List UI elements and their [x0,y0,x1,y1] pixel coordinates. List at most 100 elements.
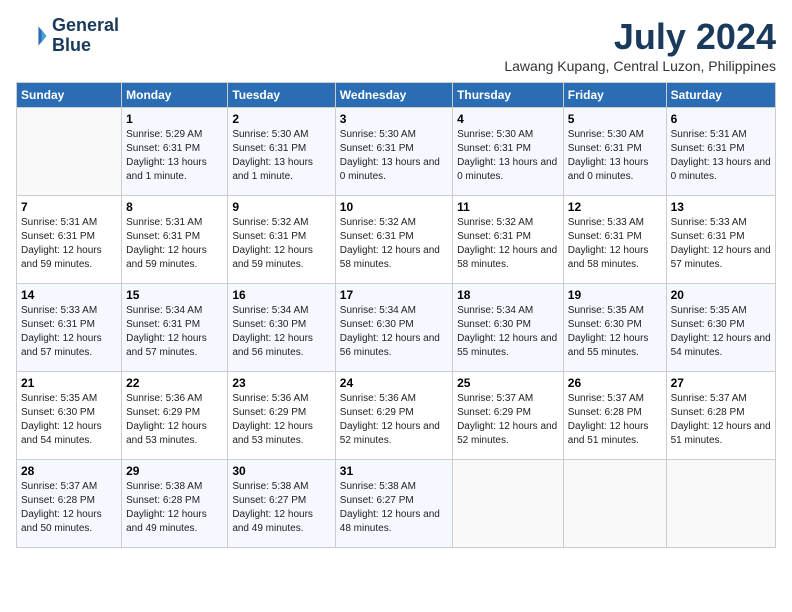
day-number: 5 [568,112,662,126]
day-info: Sunrise: 5:29 AMSunset: 6:31 PMDaylight:… [126,128,223,184]
day-info: Sunrise: 5:37 AMSunset: 6:28 PMDaylight:… [671,392,771,448]
day-number: 1 [126,112,223,126]
weekday-header-monday: Monday [122,83,228,108]
day-info: Sunrise: 5:35 AMSunset: 6:30 PMDaylight:… [568,304,662,360]
weekday-header-sunday: Sunday [17,83,122,108]
day-cell: 7 Sunrise: 5:31 AMSunset: 6:31 PMDaylight… [17,196,122,284]
day-info: Sunrise: 5:33 AMSunset: 6:31 PMDaylight:… [568,216,662,272]
day-cell: 24Sunrise: 5:36 AMSunset: 6:29 PMDayligh… [335,372,452,460]
page-header: General Blue July 2024 Lawang Kupang, Ce… [16,16,776,74]
day-cell: 10 Sunrise: 5:32 AMSunset: 6:31 PMDayligh… [335,196,452,284]
day-cell: 14 Sunrise: 5:33 AMSunset: 6:31 PMDayligh… [17,284,122,372]
day-number: 13 [671,200,771,214]
day-cell: 6Sunrise: 5:31 AMSunset: 6:31 PMDaylight… [666,108,775,196]
day-info: Sunrise: 5:38 AMSunset: 6:27 PMDaylight:… [232,480,330,536]
day-info: Sunrise: 5:32 AMSunset: 6:31 PMDaylight:… [457,216,559,272]
day-info: Sunrise: 5:33 AMSunset: 6:31 PMDaylight:… [671,216,771,272]
day-number: 7 [21,200,117,214]
day-info: Sunrise: 5:34 AMSunset: 6:31 PMDaylight:… [126,304,223,360]
day-cell: 27 Sunrise: 5:37 AMSunset: 6:28 PMDayligh… [666,372,775,460]
weekday-header-tuesday: Tuesday [228,83,335,108]
day-cell: 31 Sunrise: 5:38 AMSunset: 6:27 PMDayligh… [335,460,452,548]
day-cell: 29 Sunrise: 5:38 AMSunset: 6:28 PMDayligh… [122,460,228,548]
day-number: 30 [232,464,330,478]
day-info: Sunrise: 5:30 AMSunset: 6:31 PMDaylight:… [457,128,559,184]
day-number: 2 [232,112,330,126]
day-info: Sunrise: 5:31 AMSunset: 6:31 PMDaylight:… [21,216,117,272]
month-title: July 2024 [504,16,776,58]
day-cell: 3Sunrise: 5:30 AMSunset: 6:31 PMDaylight… [335,108,452,196]
day-cell [666,460,775,548]
day-info: Sunrise: 5:34 AMSunset: 6:30 PMDaylight:… [232,304,330,360]
day-info: Sunrise: 5:38 AMSunset: 6:28 PMDaylight:… [126,480,223,536]
day-cell: 1 Sunrise: 5:29 AMSunset: 6:31 PMDaylight… [122,108,228,196]
day-cell: 25 Sunrise: 5:37 AMSunset: 6:29 PMDayligh… [453,372,564,460]
day-cell: 22 Sunrise: 5:36 AMSunset: 6:29 PMDayligh… [122,372,228,460]
day-cell: 4 Sunrise: 5:30 AMSunset: 6:31 PMDaylight… [453,108,564,196]
day-info: Sunrise: 5:30 AMSunset: 6:31 PMDaylight:… [340,128,448,184]
day-number: 31 [340,464,448,478]
day-info: Sunrise: 5:37 AMSunset: 6:29 PMDaylight:… [457,392,559,448]
day-cell [17,108,122,196]
day-number: 15 [126,288,223,302]
week-row-5: 28 Sunrise: 5:37 AMSunset: 6:28 PMDayligh… [17,460,776,548]
day-number: 18 [457,288,559,302]
day-cell: 26Sunrise: 5:37 AMSunset: 6:28 PMDayligh… [563,372,666,460]
day-number: 4 [457,112,559,126]
day-info: Sunrise: 5:32 AMSunset: 6:31 PMDaylight:… [340,216,448,272]
day-number: 22 [126,376,223,390]
day-info: Sunrise: 5:32 AMSunset: 6:31 PMDaylight:… [232,216,330,272]
day-number: 27 [671,376,771,390]
day-cell: 11 Sunrise: 5:32 AMSunset: 6:31 PMDayligh… [453,196,564,284]
location-title: Lawang Kupang, Central Luzon, Philippine… [504,58,776,74]
day-number: 26 [568,376,662,390]
day-info: Sunrise: 5:33 AMSunset: 6:31 PMDaylight:… [21,304,117,360]
day-cell: 13 Sunrise: 5:33 AMSunset: 6:31 PMDayligh… [666,196,775,284]
day-number: 10 [340,200,448,214]
day-info: Sunrise: 5:37 AMSunset: 6:28 PMDaylight:… [21,480,117,536]
day-info: Sunrise: 5:38 AMSunset: 6:27 PMDaylight:… [340,480,448,536]
weekday-header-saturday: Saturday [666,83,775,108]
weekday-header-friday: Friday [563,83,666,108]
day-number: 21 [21,376,117,390]
day-cell: 17 Sunrise: 5:34 AMSunset: 6:30 PMDayligh… [335,284,452,372]
day-info: Sunrise: 5:35 AMSunset: 6:30 PMDaylight:… [671,304,771,360]
day-number: 20 [671,288,771,302]
day-number: 23 [232,376,330,390]
day-cell: 8Sunrise: 5:31 AMSunset: 6:31 PMDaylight… [122,196,228,284]
day-number: 9 [232,200,330,214]
day-info: Sunrise: 5:36 AMSunset: 6:29 PMDaylight:… [232,392,330,448]
day-cell: 5 Sunrise: 5:30 AMSunset: 6:31 PMDaylight… [563,108,666,196]
week-row-2: 7 Sunrise: 5:31 AMSunset: 6:31 PMDaylight… [17,196,776,284]
day-cell: 18 Sunrise: 5:34 AMSunset: 6:30 PMDayligh… [453,284,564,372]
day-cell: 9 Sunrise: 5:32 AMSunset: 6:31 PMDaylight… [228,196,335,284]
day-number: 8 [126,200,223,214]
day-number: 28 [21,464,117,478]
day-number: 14 [21,288,117,302]
day-number: 17 [340,288,448,302]
logo: General Blue [16,16,119,56]
day-number: 29 [126,464,223,478]
day-cell: 23 Sunrise: 5:36 AMSunset: 6:29 PMDayligh… [228,372,335,460]
day-cell: 16Sunrise: 5:34 AMSunset: 6:30 PMDayligh… [228,284,335,372]
day-info: Sunrise: 5:34 AMSunset: 6:30 PMDaylight:… [457,304,559,360]
logo-icon [16,20,48,52]
day-info: Sunrise: 5:36 AMSunset: 6:29 PMDaylight:… [126,392,223,448]
day-info: Sunrise: 5:35 AMSunset: 6:30 PMDaylight:… [21,392,117,448]
week-row-1: 1 Sunrise: 5:29 AMSunset: 6:31 PMDaylight… [17,108,776,196]
day-number: 11 [457,200,559,214]
title-block: July 2024 Lawang Kupang, Central Luzon, … [504,16,776,74]
day-cell: 20 Sunrise: 5:35 AMSunset: 6:30 PMDayligh… [666,284,775,372]
day-info: Sunrise: 5:34 AMSunset: 6:30 PMDaylight:… [340,304,448,360]
day-info: Sunrise: 5:31 AMSunset: 6:31 PMDaylight:… [671,128,771,184]
day-number: 25 [457,376,559,390]
day-info: Sunrise: 5:36 AMSunset: 6:29 PMDaylight:… [340,392,448,448]
day-cell: 19 Sunrise: 5:35 AMSunset: 6:30 PMDayligh… [563,284,666,372]
week-row-4: 21 Sunrise: 5:35 AMSunset: 6:30 PMDayligh… [17,372,776,460]
day-cell: 21 Sunrise: 5:35 AMSunset: 6:30 PMDayligh… [17,372,122,460]
day-cell [563,460,666,548]
day-info: Sunrise: 5:30 AMSunset: 6:31 PMDaylight:… [568,128,662,184]
day-number: 19 [568,288,662,302]
day-cell: 28 Sunrise: 5:37 AMSunset: 6:28 PMDayligh… [17,460,122,548]
day-cell: 2Sunrise: 5:30 AMSunset: 6:31 PMDaylight… [228,108,335,196]
